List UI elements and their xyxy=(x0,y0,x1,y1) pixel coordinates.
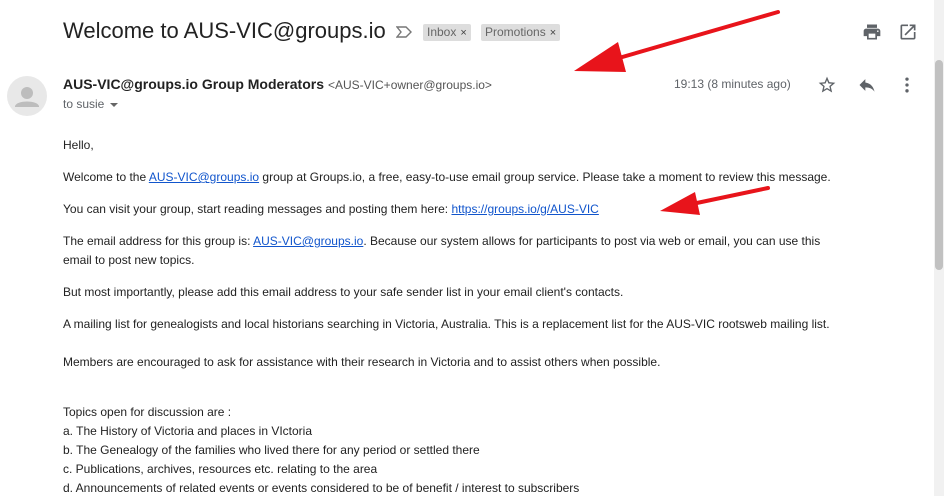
group-address-paragraph: The email address for this group is: AUS… xyxy=(63,232,820,251)
reply-icon[interactable] xyxy=(856,74,878,96)
print-icon[interactable] xyxy=(860,20,884,44)
safe-sender-paragraph: But most importantly, please add this em… xyxy=(63,285,624,299)
chevron-down-icon[interactable] xyxy=(110,102,119,107)
importance-marker-icon[interactable] xyxy=(395,25,412,39)
label-chip-promotions: Promotions × xyxy=(481,24,561,41)
group-address-text-end: . Because our system allows for particip… xyxy=(363,234,821,248)
topic-item: c. Publications, archives, resources etc… xyxy=(63,462,378,476)
welcome-text-end: group at Groups.io, a free, easy-to-use … xyxy=(259,170,831,184)
group-address-paragraph-line2: email to post new topics. xyxy=(63,253,195,267)
label-chip-text: Inbox xyxy=(427,25,457,39)
annotation-arrow-link xyxy=(660,186,770,215)
visit-group-text: You can visit your group, start reading … xyxy=(63,202,452,216)
avatar[interactable] xyxy=(7,76,47,116)
topic-item: d. Announcements of related events or ev… xyxy=(63,481,580,495)
group-address-text-start: The email address for this group is: xyxy=(63,234,254,248)
open-in-new-window-icon[interactable] xyxy=(896,20,920,44)
subject-row: Welcome to AUS-VIC@groups.io Inbox × Prom… xyxy=(63,18,944,48)
scrollbar-thumb[interactable] xyxy=(935,60,943,270)
remove-label-icon[interactable]: × xyxy=(550,27,556,39)
label-chip-text: Promotions xyxy=(485,25,546,39)
default-user-avatar xyxy=(15,87,39,107)
sender-line: AUS-VIC@groups.io Group Moderators <AUS-V… xyxy=(63,76,492,92)
greeting: Hello, xyxy=(63,138,94,152)
label-chip-inbox: Inbox × xyxy=(423,24,471,41)
group-email-link[interactable]: AUS-VIC@groups.io xyxy=(149,170,259,184)
topics-heading: Topics open for discussion are : xyxy=(63,405,232,419)
welcome-paragraph: Welcome to the AUS-VIC@groups.io group a… xyxy=(63,168,831,187)
recipient-text: to susie xyxy=(63,97,105,111)
recipient-details-toggle[interactable]: to susie xyxy=(63,97,119,111)
group-url-link[interactable]: https://groups.io/g/AUS-VIC xyxy=(451,202,598,216)
visit-group-paragraph: You can visit your group, start reading … xyxy=(63,200,599,219)
topic-item: a. The History of Victoria and places in… xyxy=(63,424,313,438)
group-address-link[interactable]: AUS-VIC@groups.io xyxy=(253,234,363,248)
sender-email: <AUS-VIC+owner@groups.io> xyxy=(328,78,492,92)
email-timestamp: 19:13 (8 minutes ago) xyxy=(674,77,791,91)
members-paragraph: Members are encouraged to ask for assist… xyxy=(63,355,661,369)
more-vertical-icon[interactable] xyxy=(896,74,918,96)
welcome-text-start: Welcome to the xyxy=(63,170,149,184)
scrollbar-track[interactable] xyxy=(934,0,944,496)
group-description-paragraph: A mailing list for genealogists and loca… xyxy=(63,317,830,331)
topic-item: b. The Genealogy of the families who liv… xyxy=(63,443,480,457)
star-icon[interactable] xyxy=(816,74,838,96)
remove-label-icon[interactable]: × xyxy=(460,27,466,39)
email-subject: Welcome to AUS-VIC@groups.io xyxy=(63,18,386,43)
sender-name[interactable]: AUS-VIC@groups.io Group Moderators xyxy=(63,76,324,92)
